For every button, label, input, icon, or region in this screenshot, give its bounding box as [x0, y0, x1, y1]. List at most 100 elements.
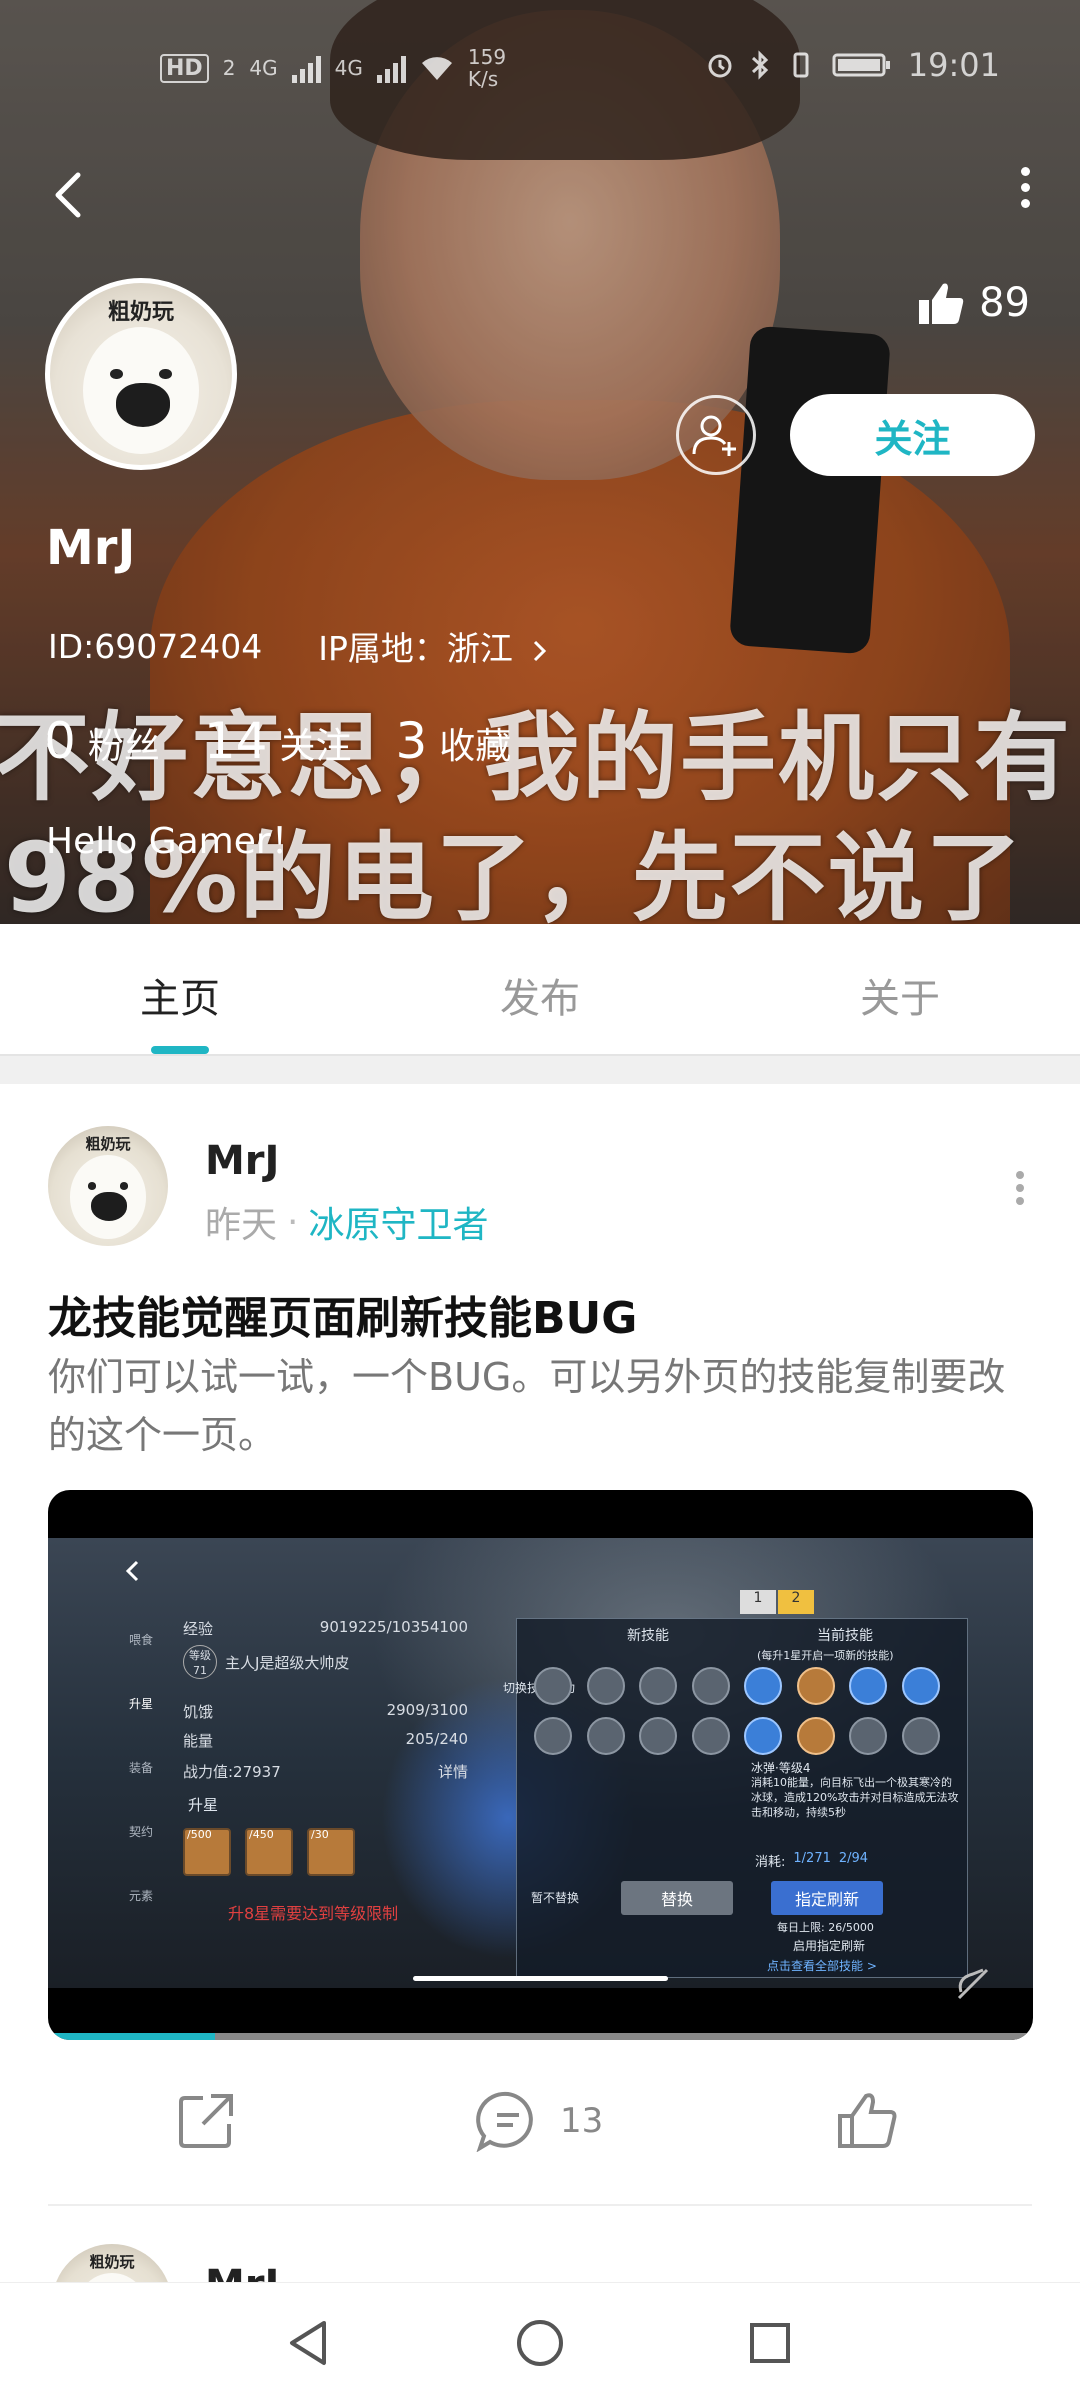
game-skill-panel: 新技能 当前技能 (每升1星开启一项新的技能) 切换技能成功 冰弹·等级4 消耗…	[503, 1618, 968, 1978]
game-energy-value: 205/240	[405, 1730, 468, 1748]
tab-posts[interactable]: 发布	[360, 924, 720, 1054]
user-id: ID:69072404	[48, 626, 263, 666]
game-daily-limit: 每日上限: 26/5000	[777, 1921, 874, 1934]
profile-header: 不好意思，我的手机只有 98%的电了，先不说了 HD 2 4G 4G 159 K/…	[0, 0, 1080, 924]
game-level-label: 等级	[189, 1649, 211, 1662]
share-icon	[179, 2094, 233, 2148]
game-player-name: 主人J是超级大帅皮	[225, 1653, 350, 1672]
post-meta: 昨天 · 冰原守卫者	[205, 1196, 488, 1248]
video-scrub-handle[interactable]	[413, 1976, 668, 1981]
video-progress-bar	[48, 2033, 216, 2040]
game-view-all: 点击查看全部技能 >	[767, 1959, 877, 1973]
stat-following-label: 关注	[279, 726, 352, 767]
profile-tabs: 主页 发布 关于	[0, 924, 1080, 1054]
chevron-left-icon	[55, 172, 81, 218]
game-energy-label: 能量	[183, 1732, 214, 1750]
game-replace-btn: 替换	[621, 1881, 733, 1915]
stat-favorites-label: 收藏	[439, 726, 512, 767]
game-tab-1: 1	[740, 1590, 776, 1614]
signal-1-label: 4G	[249, 56, 278, 80]
like-button[interactable]	[836, 2090, 898, 2150]
post-game-tag[interactable]: 冰原守卫者	[308, 1196, 488, 1248]
game-hunger-label: 饥饿	[183, 1703, 214, 1721]
game-items: /500 /450 /30	[183, 1828, 355, 1876]
more-dot	[1016, 1171, 1024, 1179]
stat-followers-label: 粉丝	[87, 726, 160, 767]
net-speed: 159 K/s	[468, 46, 506, 90]
stat-followers[interactable]: 0 粉丝	[44, 712, 160, 770]
game-side-feed: 喂食	[128, 1633, 153, 1647]
game-stats-panel: 经验 9019225/10354100 等级 71 主人J是超级大帅皮 饥饿 2909…	[183, 1618, 468, 1798]
more-options-button[interactable]	[1000, 160, 1050, 230]
ip-location[interactable]: IP属地：浙江	[318, 622, 551, 670]
comment-count: 13	[560, 2101, 604, 2141]
hd-sub: 2	[222, 56, 236, 80]
post-time: 昨天	[205, 1205, 278, 1246]
signal-1-icon	[291, 53, 321, 83]
game-exp-row: 经验 9019225/10354100	[183, 1618, 468, 1639]
game-level-value: 71	[193, 1664, 207, 1677]
tab-about[interactable]: 关于	[720, 924, 1080, 1054]
game-side-element: 元素	[128, 1889, 153, 1903]
more-dot	[1016, 1184, 1024, 1192]
status-bar: HD 2 4G 4G 159 K/s 19:01	[0, 40, 1080, 100]
game-red-hint: 升8星需要达到等级限制	[228, 1904, 399, 1923]
post-video[interactable]: 喂食 升星 装备 契约 元素 经验 9019225/10354100 等级 71 主…	[48, 1490, 1033, 2040]
nav-home-icon[interactable]	[510, 2313, 570, 2373]
nav-recents-icon[interactable]	[740, 2313, 800, 2373]
post-body[interactable]: 你们可以试一试，一个BUG。可以另外页的技能复制要改的这个一页。	[48, 1348, 1033, 1464]
avatar-tag: 粗奶玩	[107, 299, 174, 325]
meta-separator: ·	[287, 1201, 299, 1243]
game-current-skill: 当前技能	[817, 1628, 873, 1644]
signal-2-label: 4G	[334, 56, 363, 80]
game-item: /30	[307, 1828, 355, 1876]
tab-home[interactable]: 主页	[0, 924, 360, 1054]
follow-button[interactable]: 关注	[790, 394, 1035, 476]
ip-location-text: IP属地：浙江	[318, 629, 513, 668]
status-left: HD 2 4G 4G 159 K/s	[160, 46, 506, 90]
game-item-count: /30	[311, 1828, 329, 1841]
chevron-right-icon	[534, 640, 547, 661]
share-button[interactable]	[175, 2090, 237, 2152]
dog-eye	[87, 1182, 96, 1190]
comment-button[interactable]: 13	[476, 2090, 603, 2152]
status-right: 19:01	[706, 46, 1000, 84]
post-more-button[interactable]	[1010, 1166, 1030, 1216]
game-side-contract: 契约	[128, 1825, 153, 1839]
mute-icon[interactable]	[953, 1964, 993, 2004]
back-button[interactable]	[40, 160, 100, 230]
game-hunger-row: 饥饿 2909/3100	[183, 1701, 468, 1722]
game-side-equip: 装备	[128, 1761, 153, 1775]
nav-back-icon[interactable]	[280, 2313, 340, 2373]
profile-likes[interactable]: 89	[917, 280, 1030, 326]
game-no-replace: 暂不替换	[531, 1891, 580, 1905]
add-friend-button[interactable]	[676, 395, 756, 475]
game-level-badge: 等级 71	[183, 1645, 217, 1679]
post-title[interactable]: 龙技能觉醒页面刷新技能BUG	[48, 1282, 637, 1346]
vibrate-icon	[793, 52, 809, 78]
more-dot	[1016, 1197, 1024, 1205]
profile-avatar[interactable]: 粗奶玩	[45, 278, 237, 470]
likes-count: 89	[979, 280, 1030, 326]
profile-stats: 0 粉丝 14 关注 3 收藏	[44, 712, 511, 770]
post-actions: 13	[0, 2090, 1080, 2180]
dog-nose	[115, 383, 171, 427]
stat-favorites[interactable]: 3 收藏	[395, 712, 511, 770]
post-author-name[interactable]: MrJ	[205, 1138, 279, 1184]
game-upgrade-label: 升星	[188, 1796, 219, 1814]
signal-2-icon	[376, 53, 406, 83]
game-new-skill: 新技能	[627, 1628, 669, 1644]
stat-following[interactable]: 14 关注	[204, 712, 352, 770]
more-dot	[1020, 167, 1030, 176]
post-author-avatar[interactable]: 粗奶玩	[48, 1126, 168, 1246]
wifi-icon	[421, 57, 452, 80]
game-consume-a: 1/271	[793, 1851, 831, 1866]
stat-favorites-num: 3	[395, 712, 428, 770]
add-user-icon	[692, 415, 736, 456]
game-detail: 详情	[437, 1763, 468, 1781]
game-enable-refresh: 启用指定刷新	[793, 1939, 866, 1953]
game-item-count: /500	[187, 1828, 212, 1841]
stat-followers-num: 0	[44, 712, 76, 770]
net-speed-value: 159	[467, 45, 507, 69]
game-power-row: 战力值:27937 详情	[183, 1761, 468, 1782]
